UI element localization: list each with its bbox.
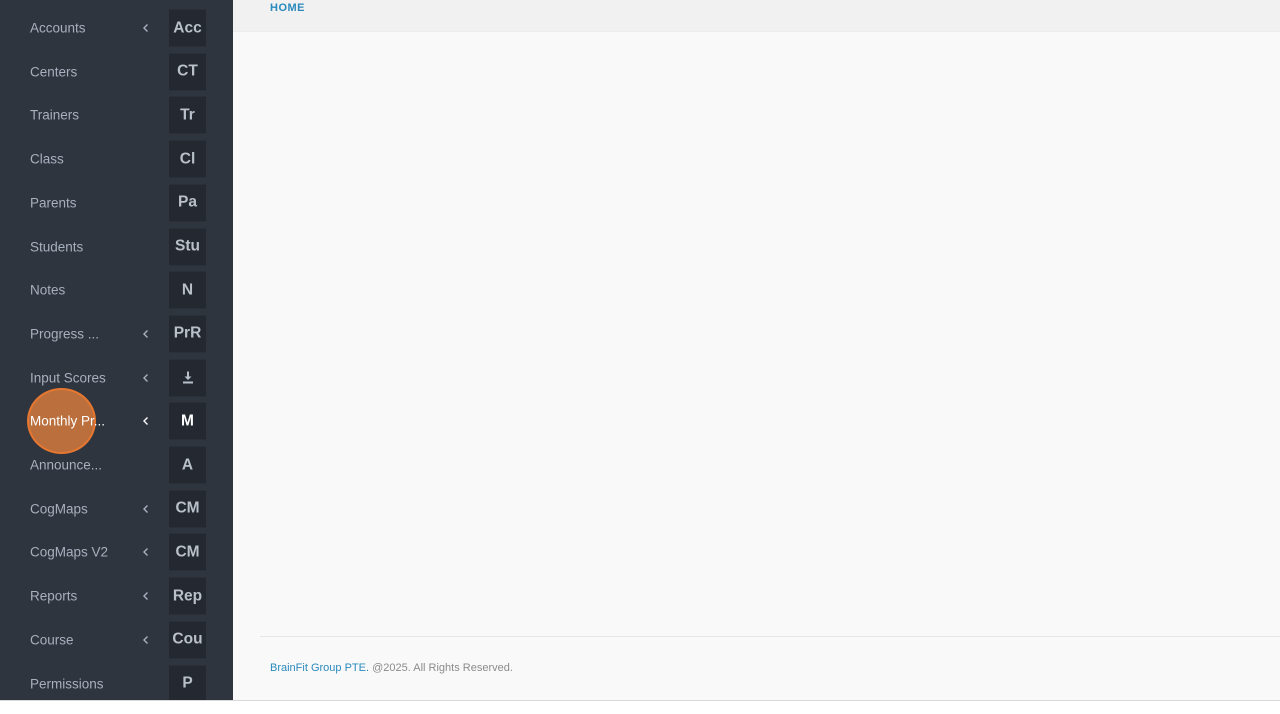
- sidebar-item-abbr: Acc: [169, 9, 206, 47]
- bottom-bar: [0, 700, 1280, 714]
- footer: BrainFit Group PTE. @2025. All Rights Re…: [260, 636, 1280, 700]
- sidebar-item-label: Centers: [30, 64, 78, 80]
- sidebar-item-accounts[interactable]: Accounts Acc: [0, 6, 233, 50]
- sidebar-item-abbr: CM: [169, 490, 206, 528]
- sidebar-item-abbr: P: [169, 665, 206, 700]
- chevron-left-icon: [143, 24, 148, 32]
- sidebar-item-label: CogMaps: [30, 501, 88, 517]
- chevron-left-icon: [143, 592, 148, 601]
- sidebar-item-label: Input Scores: [30, 370, 106, 386]
- sidebar-item-label: CogMaps V2: [30, 544, 109, 560]
- chevron-left-icon: [143, 373, 148, 382]
- sidebar-item-label: Monthly Pr...: [30, 413, 106, 429]
- chevron-left-icon: [143, 548, 148, 557]
- sidebar-item-students[interactable]: Students Stu: [0, 225, 233, 269]
- download-icon: [169, 359, 206, 397]
- chevron-left-icon: [143, 329, 148, 338]
- sidebar-item-permissions[interactable]: Permissions P: [0, 662, 233, 700]
- sidebar-item-notes[interactable]: Notes N: [0, 268, 233, 312]
- sidebar-item-abbr: M: [169, 402, 206, 440]
- sidebar-item-label: Trainers: [30, 107, 80, 123]
- sidebar-item-label: Course: [30, 632, 74, 648]
- sidebar-item-label: Accounts: [30, 20, 86, 36]
- sidebar-item-progress[interactable]: Progress ... PrR: [0, 312, 233, 356]
- sidebar-item-monthly-pr[interactable]: Monthly Pr... M: [0, 399, 233, 443]
- sidebar-item-abbr: CM: [169, 533, 206, 571]
- sidebar-item-class[interactable]: Class Cl: [0, 137, 233, 181]
- sidebar-item-label: Class: [30, 151, 64, 167]
- sidebar-item-parents[interactable]: Parents Pa: [0, 181, 233, 225]
- sidebar-item-cogmaps[interactable]: CogMaps CM: [0, 487, 233, 531]
- sidebar-item-label: Reports: [30, 588, 78, 604]
- sidebar-item-abbr: Stu: [169, 228, 206, 265]
- sidebar-item-label: Permissions: [30, 676, 104, 691]
- footer-copyright: @2025. All Rights Reserved.: [369, 662, 513, 674]
- sidebar-item-input-scores[interactable]: Input Scores: [0, 356, 233, 400]
- sidebar-item-label: Announce...: [30, 457, 103, 473]
- sidebar-item-label: Students: [30, 239, 84, 254]
- sidebar-item-abbr: Tr: [169, 96, 206, 134]
- sidebar-item-label: Parents: [30, 195, 77, 211]
- sidebar-item-label: Notes: [30, 282, 66, 298]
- footer-text: BrainFit Group PTE. @2025. All Rights Re…: [270, 662, 513, 674]
- sidebar-item-abbr: Rep: [169, 577, 206, 615]
- sidebar-item-abbr: PrR: [169, 315, 206, 353]
- sidebar-item-cogmaps-v2[interactable]: CogMaps V2 CM: [0, 530, 233, 574]
- sidebar-item-course[interactable]: Course Cou: [0, 618, 233, 662]
- sidebar-item-centers[interactable]: Centers CT: [0, 50, 233, 94]
- sidebar-item-abbr: N: [169, 271, 206, 309]
- sidebar-item-trainers[interactable]: Trainers Tr: [0, 93, 233, 137]
- sidebar-item-abbr: CT: [169, 53, 206, 91]
- sidebar-item-abbr: Cl: [169, 140, 206, 178]
- footer-company-link[interactable]: BrainFit Group PTE.: [270, 662, 369, 674]
- sidebar-item-announce[interactable]: Announce... A: [0, 443, 233, 487]
- sidebar-item-abbr: A: [169, 446, 206, 484]
- breadcrumb-home[interactable]: HOME: [270, 2, 305, 14]
- chevron-left-icon: [143, 417, 148, 426]
- chevron-left-icon: [143, 635, 148, 644]
- sidebar: Accounts Acc Centers CT Trainers Tr Class Cl Par…: [0, 0, 233, 700]
- top-bar: HOME: [233, 0, 1280, 32]
- sidebar-item-abbr: Cou: [169, 621, 206, 659]
- sidebar-item-abbr: Pa: [169, 184, 206, 222]
- sidebar-item-reports[interactable]: Reports Rep: [0, 574, 233, 618]
- chevron-left-icon: [143, 504, 148, 513]
- main-content: [233, 33, 1280, 636]
- sidebar-item-label: Progress ...: [30, 326, 100, 342]
